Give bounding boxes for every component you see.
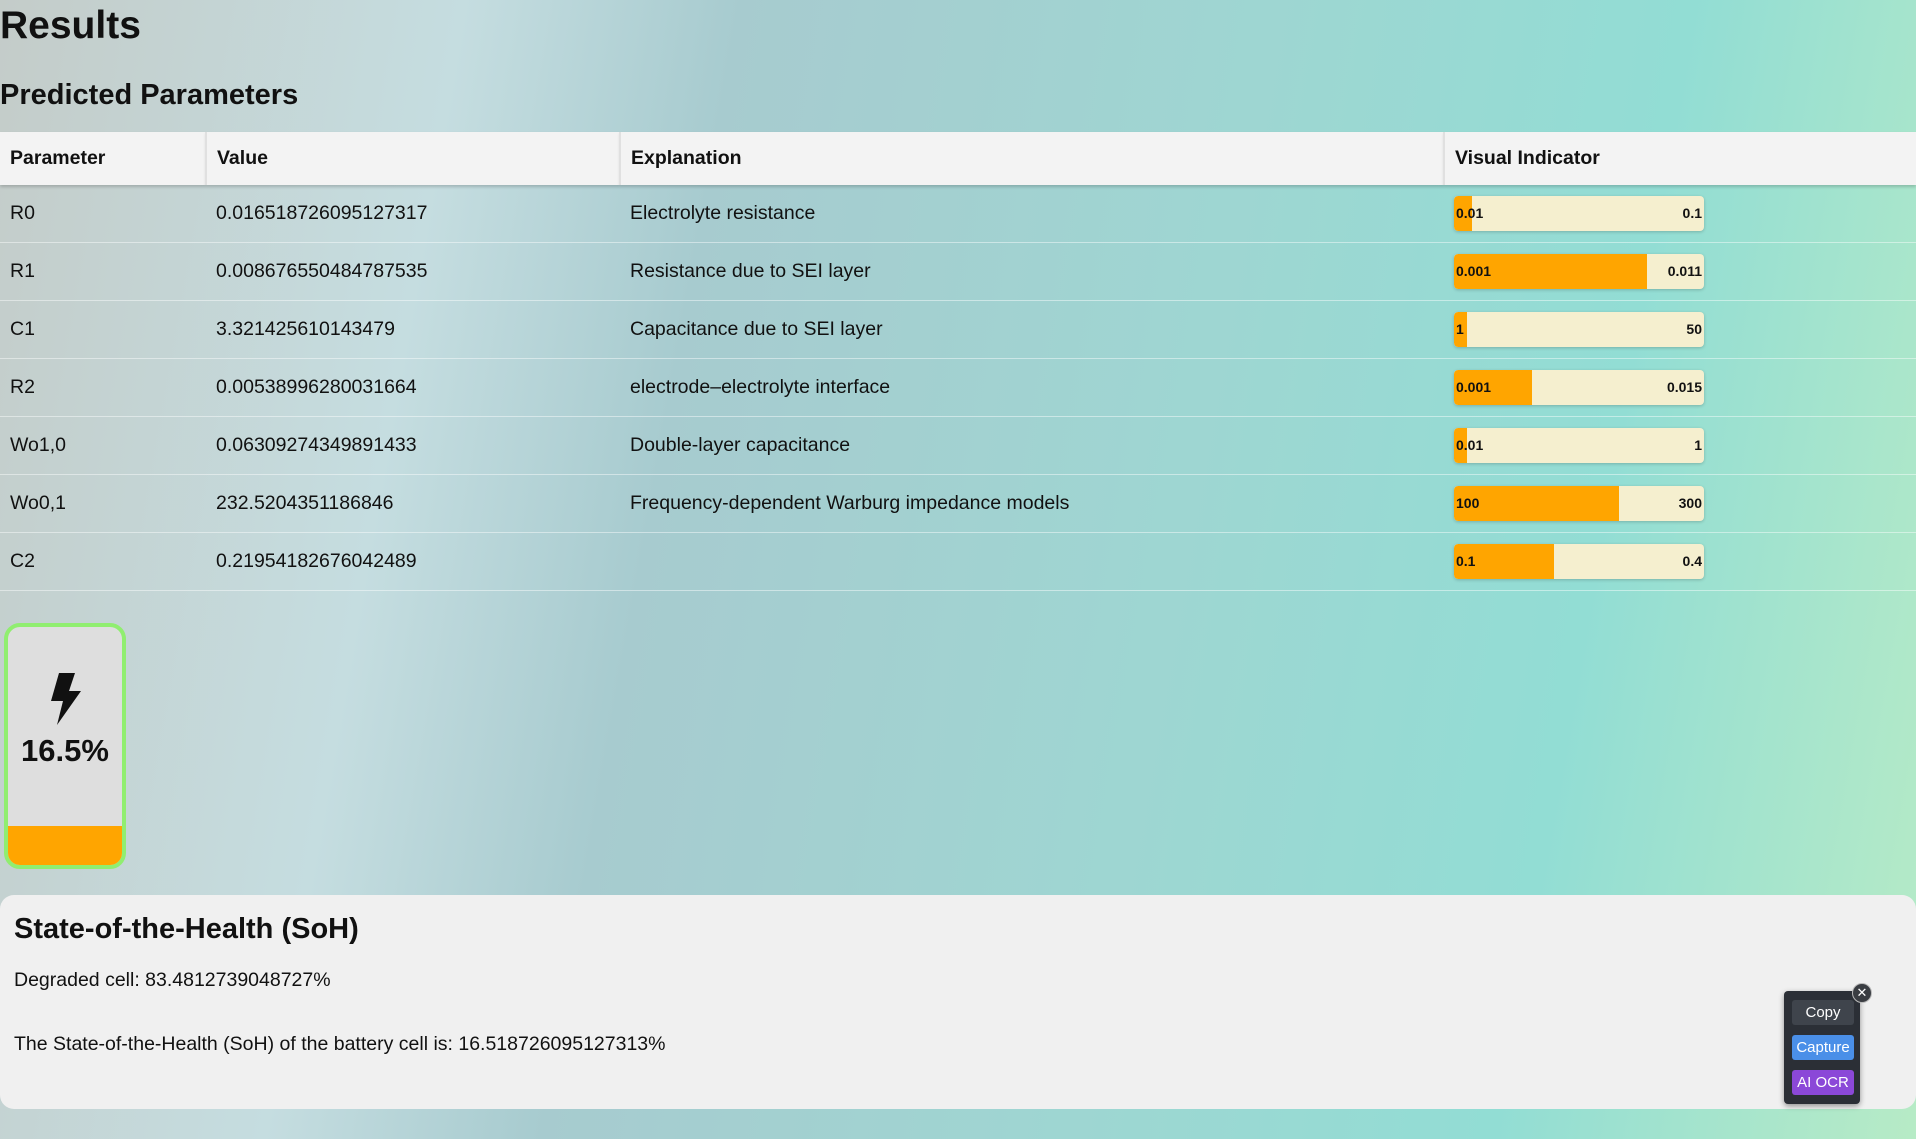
battery-level-fill bbox=[8, 825, 122, 865]
header-parameter: Parameter bbox=[0, 132, 207, 185]
table-header-row: Parameter Value Explanation Visual Indic… bbox=[0, 132, 1916, 185]
ai-ocr-button[interactable]: AI OCR bbox=[1792, 1070, 1854, 1095]
range-indicator-bar: 0.001 0.015 bbox=[1454, 370, 1704, 405]
range-indicator-bar: 0.01 1 bbox=[1454, 428, 1704, 463]
value-cell: 3.321425610143479 bbox=[206, 300, 620, 359]
table-row: Wo1,0 0.06309274349891433 Double-layer cap… bbox=[0, 416, 1916, 475]
parameter-cell: R1 bbox=[0, 242, 206, 301]
soh-panel: State-of-the-Health (SoH) Degraded cell:… bbox=[0, 895, 1916, 1109]
range-max-label: 1 bbox=[1694, 437, 1702, 453]
range-min-label: 0.01 bbox=[1456, 437, 1484, 453]
table-row: R1 0.008676550484787535 Resistance due to … bbox=[0, 242, 1916, 301]
header-value: Value bbox=[206, 132, 621, 185]
copy-button[interactable]: Copy bbox=[1792, 1000, 1854, 1025]
explanation-cell: Capacitance due to SEI layer bbox=[620, 300, 1444, 359]
range-max-label: 50 bbox=[1686, 321, 1702, 337]
visual-indicator-cell: 1 50 bbox=[1444, 300, 1916, 359]
range-min-label: 0.01 bbox=[1456, 205, 1484, 221]
visual-indicator-cell: 0.001 0.015 bbox=[1444, 358, 1916, 417]
value-cell: 0.016518726095127317 bbox=[206, 185, 620, 243]
visual-indicator-cell: 0.1 0.4 bbox=[1444, 532, 1916, 591]
explanation-cell: Double-layer capacitance bbox=[620, 416, 1444, 475]
parameter-cell: Wo1,0 bbox=[0, 416, 206, 475]
degraded-cell-text: Degraded cell: 83.4812739048727% bbox=[14, 969, 331, 991]
floating-toolbar: ✕ Copy Capture AI OCR bbox=[1784, 983, 1872, 1104]
range-indicator-bar: 1 50 bbox=[1454, 312, 1704, 347]
parameters-table: Parameter Value Explanation Visual Indic… bbox=[0, 132, 1916, 591]
explanation-cell bbox=[620, 532, 1444, 591]
range-indicator-bar: 0.01 0.1 bbox=[1454, 196, 1704, 231]
explanation-cell: Electrolyte resistance bbox=[620, 185, 1444, 243]
battery-indicator: 16.5% bbox=[4, 623, 126, 869]
range-indicator-bar: 100 300 bbox=[1454, 486, 1704, 521]
visual-indicator-cell: 100 300 bbox=[1444, 474, 1916, 533]
range-max-label: 300 bbox=[1678, 495, 1702, 511]
range-min-label: 0.1 bbox=[1456, 553, 1476, 569]
lightning-bolt-icon bbox=[51, 673, 81, 725]
battery-percent: 16.5% bbox=[21, 733, 109, 768]
parameter-cell: R0 bbox=[0, 185, 206, 243]
value-cell: 0.21954182676042489 bbox=[206, 532, 620, 591]
parameter-cell: C1 bbox=[0, 300, 206, 359]
page-title: Results bbox=[0, 4, 141, 47]
parameter-cell: C2 bbox=[0, 532, 206, 591]
range-max-label: 0.1 bbox=[1682, 205, 1702, 221]
range-min-label: 1 bbox=[1456, 321, 1464, 337]
table-row: Wo0,1 232.5204351186846 Frequency-dependen… bbox=[0, 474, 1916, 533]
section-title: Predicted Parameters bbox=[0, 79, 299, 111]
range-indicator-bar: 0.1 0.4 bbox=[1454, 544, 1704, 579]
explanation-cell: electrode–electrolyte interface bbox=[620, 358, 1444, 417]
value-cell: 0.06309274349891433 bbox=[206, 416, 620, 475]
explanation-cell: Resistance due to SEI layer bbox=[620, 242, 1444, 301]
header-visual-indicator: Visual Indicator bbox=[1444, 132, 1916, 185]
range-min-label: 0.001 bbox=[1456, 263, 1492, 279]
range-min-label: 0.001 bbox=[1456, 379, 1492, 395]
parameter-cell: Wo0,1 bbox=[0, 474, 206, 533]
capture-button[interactable]: Capture bbox=[1792, 1035, 1854, 1060]
value-cell: 232.5204351186846 bbox=[206, 474, 620, 533]
range-max-label: 0.011 bbox=[1667, 263, 1702, 279]
visual-indicator-cell: 0.001 0.011 bbox=[1444, 242, 1916, 301]
table-row: C1 3.321425610143479 Capacitance due to SE… bbox=[0, 300, 1916, 359]
explanation-cell: Frequency-dependent Warburg impedance mo… bbox=[620, 474, 1444, 533]
value-cell: 0.008676550484787535 bbox=[206, 242, 620, 301]
soh-heading: State-of-the-Health (SoH) bbox=[14, 913, 359, 945]
visual-indicator-cell: 0.01 1 bbox=[1444, 416, 1916, 475]
parameter-cell: R2 bbox=[0, 358, 206, 417]
range-indicator-bar: 0.001 0.011 bbox=[1454, 254, 1704, 289]
range-max-label: 0.015 bbox=[1666, 379, 1702, 395]
soh-statement-text: The State-of-the-Health (SoH) of the bat… bbox=[14, 1033, 666, 1055]
table-row: R2 0.00538996280031664 electrode–electroly… bbox=[0, 358, 1916, 417]
visual-indicator-cell: 0.01 0.1 bbox=[1444, 185, 1916, 243]
table-row: C2 0.21954182676042489 0.1 0.4 bbox=[0, 532, 1916, 591]
header-explanation: Explanation bbox=[620, 132, 1445, 185]
value-cell: 0.00538996280031664 bbox=[206, 358, 620, 417]
range-max-label: 0.4 bbox=[1682, 553, 1702, 569]
range-min-label: 100 bbox=[1456, 495, 1480, 511]
table-row: R0 0.016518726095127317 Electrolyte resist… bbox=[0, 185, 1916, 243]
close-icon[interactable]: ✕ bbox=[1852, 983, 1872, 1003]
